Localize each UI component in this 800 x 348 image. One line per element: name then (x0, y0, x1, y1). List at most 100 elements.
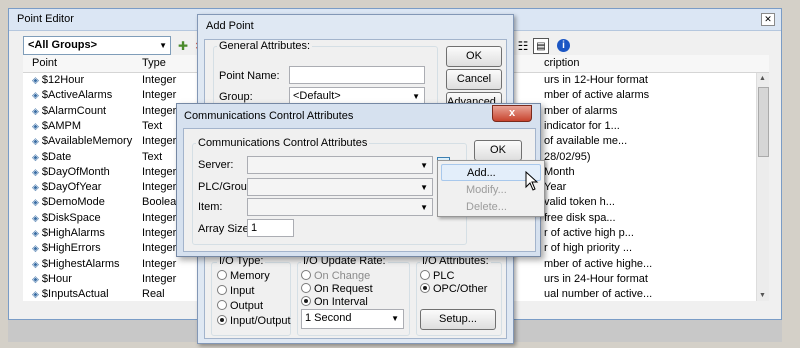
scroll-thumb[interactable] (758, 87, 769, 157)
point-description-cell: mber of alarms (544, 105, 618, 117)
point-name-cell: $12Hour (32, 74, 84, 86)
general-attributes-legend: General Attributes: (217, 40, 313, 52)
column-header-point[interactable]: Point (32, 57, 57, 69)
mouse-cursor-icon (525, 171, 539, 191)
radio-dot-icon (301, 283, 311, 293)
point-name-cell: $HighAlarms (32, 227, 105, 239)
point-description-cell: urs in 24-Hour format (544, 273, 648, 285)
group-combo-value: <Default> (293, 90, 341, 102)
cancel-button[interactable]: Cancel (446, 69, 502, 90)
comm-dialog-title: Communications Control Attributes (184, 110, 354, 122)
radio-memory[interactable]: Memory (217, 270, 270, 282)
add-point-title: Add Point (206, 20, 254, 32)
radio-dot-icon (420, 270, 430, 280)
point-type-cell: Integer (142, 242, 177, 254)
comm-ok-button[interactable]: OK (474, 140, 522, 161)
point-type-cell: Real (142, 288, 165, 300)
interval-combo[interactable]: 1 Second ▼ (301, 309, 404, 329)
group-select[interactable]: <All Groups> ▼ (23, 36, 171, 55)
vertical-scrollbar[interactable]: ▲ ▼ (756, 73, 769, 301)
radio-label: On Request (314, 283, 373, 295)
point-name-label: Point Name: (219, 70, 280, 82)
radio-on-interval[interactable]: On Interval (301, 296, 368, 308)
point-name-cell: $Date (32, 151, 71, 163)
point-type-cell: Integer (142, 258, 177, 270)
point-description-cell: free disk spa... (544, 212, 616, 224)
point-description-cell: of available me... (544, 135, 628, 147)
radio-label: PLC (433, 270, 455, 282)
column-header-description[interactable]: cription (544, 57, 579, 69)
radio-label: Input (230, 285, 255, 297)
point-type-cell: Integer (142, 105, 177, 117)
radio-opc-other[interactable]: OPC/Other (420, 283, 487, 295)
close-icon[interactable]: ✕ (761, 13, 775, 26)
interval-combo-value: 1 Second (305, 312, 352, 324)
info-icon[interactable]: i (557, 39, 570, 52)
radio-label: OPC/Other (433, 283, 488, 295)
point-type-cell: Text (142, 151, 163, 163)
radio-on-request[interactable]: On Request (301, 283, 373, 295)
point-type-cell: Integer (142, 227, 177, 239)
point-description-cell: mber of active highe... (544, 258, 653, 270)
radio-input[interactable]: Input (217, 285, 254, 297)
plc-group-combo[interactable]: ▼ (247, 178, 433, 196)
radio-dot-icon (217, 270, 227, 280)
list-view-icon[interactable]: ☷ (515, 38, 531, 54)
setup-button[interactable]: Setup... (420, 309, 496, 330)
comm-attributes-legend: Communications Control Attributes (196, 137, 370, 149)
radio-input-output[interactable]: Input/Output (217, 315, 291, 327)
point-description-cell: 28/02/95) (544, 151, 591, 163)
menu-item-delete[interactable]: Delete... (441, 199, 541, 216)
group-label: Group: (219, 91, 253, 103)
point-type-cell: Integer (142, 181, 177, 193)
server-combo[interactable]: ▼ (247, 156, 433, 174)
add-point-icon[interactable]: ✚ (175, 38, 191, 54)
server-label: Server: (198, 159, 234, 171)
array-size-input[interactable]: 1 (247, 219, 294, 237)
point-name-cell: $Hour (32, 273, 72, 285)
point-name-cell: $AlarmCount (32, 105, 106, 117)
point-type-cell: Integer (142, 135, 177, 147)
radio-label: Input/Output (230, 315, 291, 327)
radio-dot-icon (217, 285, 227, 295)
radio-plc[interactable]: PLC (420, 270, 454, 282)
point-name-cell: $HighErrors (32, 242, 101, 254)
radio-dot-icon (217, 300, 227, 310)
item-label: Item: (198, 201, 223, 213)
scroll-up-icon[interactable]: ▲ (759, 75, 766, 82)
radio-output[interactable]: Output (217, 300, 263, 312)
point-type-cell: Integer (142, 74, 177, 86)
scroll-down-icon[interactable]: ▼ (759, 292, 766, 299)
array-size-label: Array Size: (198, 223, 252, 235)
column-header-type[interactable]: Type (142, 57, 166, 69)
point-name-cell: $DiskSpace (32, 212, 101, 224)
point-description-cell: mber of active alarms (544, 89, 650, 101)
close-button[interactable]: x (492, 105, 532, 122)
point-name-cell: $ActiveAlarms (32, 89, 112, 101)
details-view-icon[interactable]: ▤ (533, 38, 549, 54)
radio-dot-icon (217, 315, 227, 325)
chevron-down-icon: ▼ (420, 183, 428, 192)
chevron-down-icon: ▼ (159, 41, 167, 50)
point-description-cell: valid token h... (544, 196, 615, 208)
point-type-cell: Integer (142, 273, 177, 285)
radio-label: On Change (314, 270, 371, 282)
point-name-input[interactable] (289, 66, 425, 84)
point-name-cell: $AMPM (32, 120, 81, 132)
point-name-cell: $DemoMode (32, 196, 105, 208)
chevron-down-icon: ▼ (391, 314, 399, 323)
point-type-cell: Integer (142, 89, 177, 101)
point-name-cell: $AvailableMemory (32, 135, 132, 147)
chevron-down-icon: ▼ (420, 203, 428, 212)
radio-on-change[interactable]: On Change (301, 270, 370, 282)
chevron-down-icon: ▼ (420, 161, 428, 170)
point-description-cell: urs in 12-Hour format (544, 74, 648, 86)
point-description-cell: Year (544, 181, 567, 193)
point-description-cell: r of active high p... (544, 227, 634, 239)
radio-label: On Interval (314, 296, 368, 308)
point-description-cell: r of high priority ... (544, 242, 633, 254)
item-combo[interactable]: ▼ (247, 198, 433, 216)
point-name-cell: $DayOfMonth (32, 166, 110, 178)
point-name-cell: $DayOfYear (32, 181, 102, 193)
ok-button[interactable]: OK (446, 46, 502, 67)
